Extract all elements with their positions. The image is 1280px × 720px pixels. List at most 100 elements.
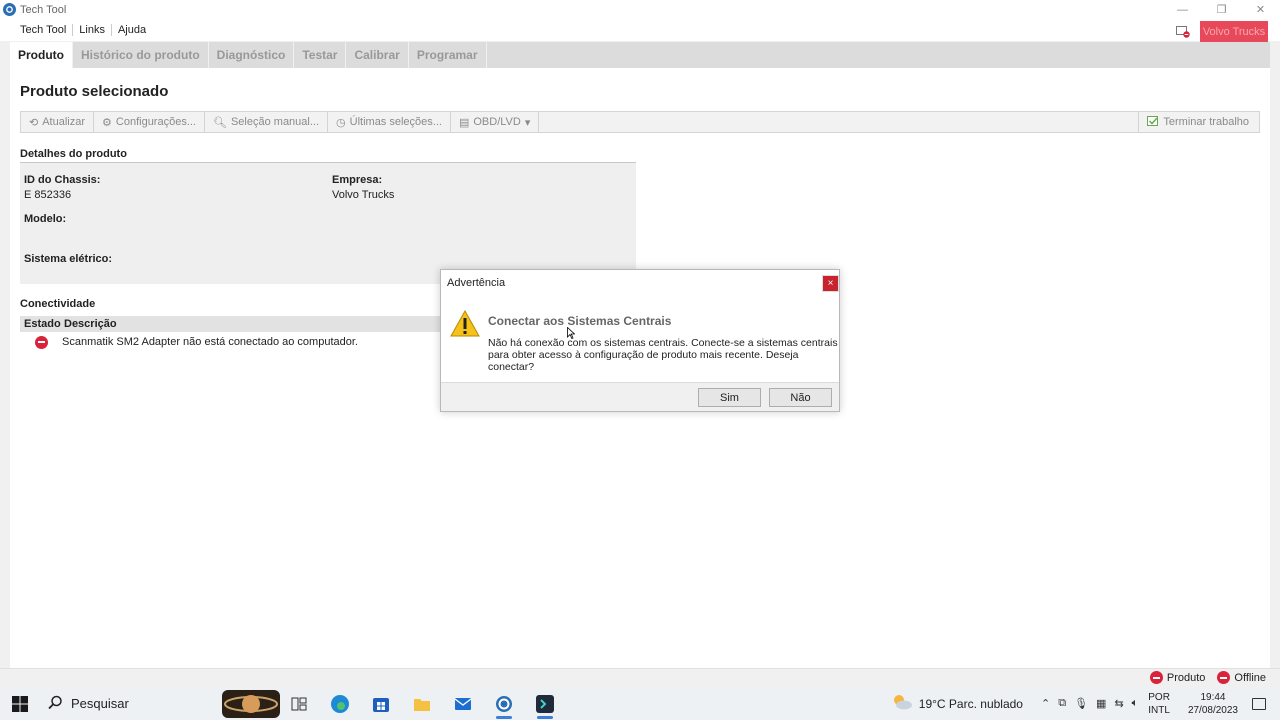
ultimas-selecoes-button[interactable]: ◷ Últimas seleções... xyxy=(328,112,451,132)
stop-error-icon xyxy=(1217,671,1231,684)
tab-programar[interactable]: Programar xyxy=(409,42,487,68)
close-window-button[interactable]: ✕ xyxy=(1241,0,1280,19)
company-button[interactable]: Volvo Trucks xyxy=(1200,21,1268,43)
language-indicator[interactable]: POR INTL xyxy=(1148,691,1170,717)
obd-dropdown-button[interactable]: ▤ OBD/LVD ▾ xyxy=(451,112,540,132)
system-tray: 19°C Parc. nublado ⌃ ⧉ 🎙︎ ▦ ⇆ 🔈︎ POR INT… xyxy=(891,687,1280,720)
minimize-button[interactable]: — xyxy=(1163,0,1202,19)
menu-links[interactable]: Links xyxy=(73,19,111,41)
chevron-up-icon[interactable]: ⌃ xyxy=(1041,697,1050,710)
restore-button[interactable]: ❐ xyxy=(1202,0,1241,19)
terminar-label: Terminar trabalho xyxy=(1163,116,1249,128)
camera-icon[interactable]: ⧉ xyxy=(1058,697,1066,710)
nao-button[interactable]: Não xyxy=(769,388,832,407)
language-top: POR xyxy=(1148,691,1170,703)
window-title: Tech Tool xyxy=(20,3,67,16)
row-description: Scanmatik SM2 Adapter não está conectado… xyxy=(62,336,358,348)
status-produto: Produto xyxy=(1149,671,1206,684)
terminal-app-icon[interactable] xyxy=(524,687,565,720)
configuracoes-label: Configurações... xyxy=(115,116,196,128)
title-bar: Tech Tool — ❐ ✕ xyxy=(0,0,1280,19)
product-details-heading: Detalhes do produto xyxy=(20,148,127,160)
menu-tech-tool[interactable]: Tech Tool xyxy=(14,19,72,41)
status-bar: Produto Offline xyxy=(0,668,1280,687)
search-placeholder: Pesquisar xyxy=(71,696,129,711)
atualizar-label: Atualizar xyxy=(42,116,86,128)
connectivity-heading: Conectividade xyxy=(20,298,96,310)
chassis-value: E 852336 xyxy=(24,189,72,201)
user-status-icon[interactable] xyxy=(1176,26,1190,38)
status-offline-label: Offline xyxy=(1234,671,1266,684)
clock-date: 27/08/2023 xyxy=(1187,704,1238,716)
task-view-button[interactable] xyxy=(278,687,319,720)
warning-dialog: Advertência × Conectar aos Sistemas Cent… xyxy=(440,269,840,412)
stop-error-icon xyxy=(1149,671,1163,684)
product-details-panel: ID do Chassis: E 852336 Empresa: Volvo T… xyxy=(20,162,636,284)
sim-button[interactable]: Sim xyxy=(698,388,761,407)
chassis-label: ID do Chassis: xyxy=(24,174,101,186)
microphone-icon[interactable]: 🎙︎ xyxy=(1074,697,1088,710)
edge-browser-icon[interactable] xyxy=(319,687,360,720)
start-button[interactable] xyxy=(0,687,40,720)
usb-device-icon[interactable]: ⇆ xyxy=(1114,697,1123,710)
configuracoes-button[interactable]: ⚙ Configurações... xyxy=(94,112,205,132)
system-clock[interactable]: 19:44 27/08/2023 xyxy=(1188,691,1238,717)
column-descricao[interactable]: Descrição xyxy=(62,318,117,330)
windows-logo-icon xyxy=(12,695,28,712)
tab-diagnostico[interactable]: Diagnóstico xyxy=(209,42,295,68)
terminar-trabalho-button[interactable]: Terminar trabalho xyxy=(1138,112,1259,132)
tech-tool-app-icon xyxy=(3,3,16,16)
weather-widget[interactable]: 19°C Parc. nublado xyxy=(891,693,1023,714)
column-estado[interactable]: Estado xyxy=(20,318,62,330)
modelo-label: Modelo: xyxy=(24,213,67,225)
tab-historico[interactable]: Histórico do produto xyxy=(73,42,209,68)
document-icon: ▤ xyxy=(458,116,470,129)
ultimas-selecoes-label: Últimas seleções... xyxy=(349,116,442,128)
selecao-manual-label: Seleção manual... xyxy=(230,116,320,128)
file-explorer-icon[interactable] xyxy=(401,687,442,720)
language-bottom: INTL xyxy=(1148,704,1170,716)
mail-app-icon[interactable] xyxy=(442,687,483,720)
clock-time: 19:44 xyxy=(1200,691,1226,703)
search-icon: 🔍︎ xyxy=(213,116,227,129)
dialog-close-button[interactable]: × xyxy=(822,275,839,292)
weather-text: 19°C Parc. nublado xyxy=(918,696,1023,711)
chevron-down-icon: ▾ xyxy=(524,116,531,129)
dialog-footer: Sim Não xyxy=(441,382,839,411)
product-toolbar: ⟲ Atualizar ⚙ Configurações... 🔍︎ Seleçã… xyxy=(20,111,1260,133)
status-produto-label: Produto xyxy=(1166,671,1206,684)
partly-cloudy-icon xyxy=(891,693,913,714)
warning-icon xyxy=(450,309,480,337)
volume-icon[interactable]: 🔈︎ xyxy=(1132,697,1139,710)
tray-icons: ⌃ ⧉ 🎙︎ ▦ ⇆ 🔈︎ xyxy=(1041,697,1138,710)
empresa-value: Volvo Trucks xyxy=(332,189,395,201)
stop-error-icon xyxy=(34,335,48,349)
menu-bar: Tech Tool Links Ajuda Volvo Trucks xyxy=(0,19,1280,43)
tab-calibrar[interactable]: Calibrar xyxy=(346,42,409,68)
network-icon[interactable]: ▦ xyxy=(1096,697,1106,710)
gear-icon: ⚙ xyxy=(102,116,112,129)
clock-icon: ◷ xyxy=(336,116,346,129)
status-cell xyxy=(20,335,62,349)
atualizar-button[interactable]: ⟲ Atualizar xyxy=(21,112,95,132)
tab-testar[interactable]: Testar xyxy=(294,42,347,68)
empresa-label: Empresa: xyxy=(332,174,383,186)
dialog-heading: Conectar aos Sistemas Centrais xyxy=(488,314,672,328)
search-icon xyxy=(48,695,63,713)
selecao-manual-button[interactable]: 🔍︎ Seleção manual... xyxy=(205,112,329,132)
mouse-cursor-icon xyxy=(567,326,576,340)
taskbar-search[interactable]: Pesquisar xyxy=(48,687,280,720)
refresh-icon: ⟲ xyxy=(29,116,39,129)
sistema-eletrico-label: Sistema elétrico: xyxy=(24,253,113,265)
tech-tool-taskbar-icon[interactable] xyxy=(483,687,524,720)
main-tabs: Produto Histórico do produto Diagnóstico… xyxy=(10,42,1270,68)
search-highlight-image xyxy=(222,690,280,718)
page-title: Produto selecionado xyxy=(20,83,169,100)
store-app-icon[interactable] xyxy=(360,687,401,720)
windows-taskbar: Pesquisar 19°C Parc. nublado ⌃ ⧉ 🎙︎ ▦ ⇆ … xyxy=(0,687,1280,720)
tab-produto[interactable]: Produto xyxy=(10,42,73,68)
dialog-title: Advertência xyxy=(447,277,506,289)
notification-center-icon[interactable] xyxy=(1252,697,1266,710)
menu-ajuda[interactable]: Ajuda xyxy=(112,19,152,41)
dialog-message: Não há conexão com os sistemas centrais.… xyxy=(488,337,838,373)
